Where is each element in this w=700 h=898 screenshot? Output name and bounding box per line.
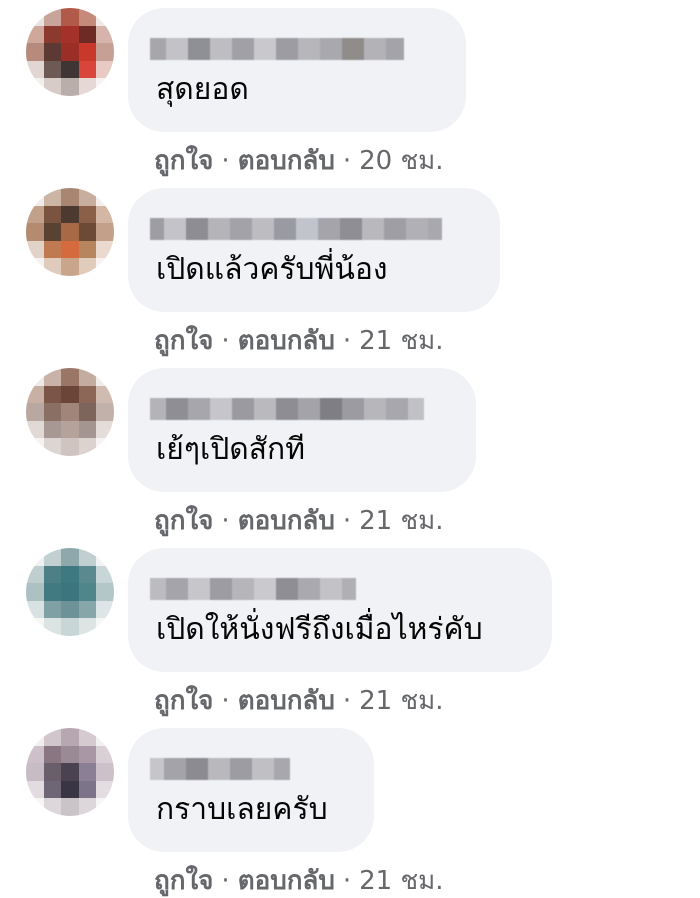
reply-link[interactable]: ตอบกลับ bbox=[238, 506, 335, 536]
comment-text: สุดยอด bbox=[156, 72, 249, 107]
separator-dot: · bbox=[342, 326, 352, 356]
avatar[interactable] bbox=[26, 368, 114, 456]
comment-bubble: เปิดแล้วครับพี่น้อง bbox=[128, 188, 500, 312]
separator-dot: · bbox=[342, 146, 352, 176]
timestamp[interactable]: 20 ชม. bbox=[359, 146, 443, 176]
comment-actions: ถูกใจ · ตอบกลับ · 21 ชม. bbox=[154, 324, 444, 358]
reply-link[interactable]: ตอบกลับ bbox=[238, 686, 335, 716]
timestamp[interactable]: 21 ชม. bbox=[359, 866, 443, 896]
reply-link[interactable]: ตอบกลับ bbox=[238, 326, 335, 356]
avatar[interactable] bbox=[26, 728, 114, 816]
avatar[interactable] bbox=[26, 188, 114, 276]
reply-link[interactable]: ตอบกลับ bbox=[238, 866, 335, 896]
separator-dot: · bbox=[221, 146, 230, 176]
separator-dot: · bbox=[342, 866, 352, 896]
comment-bubble: เย้ๆเปิดสักที bbox=[128, 368, 476, 492]
author-name-blurred[interactable] bbox=[150, 38, 404, 60]
reply-link[interactable]: ตอบกลับ bbox=[238, 146, 335, 176]
comment-text: เย้ๆเปิดสักที bbox=[156, 432, 305, 467]
comment-actions: ถูกใจ · ตอบกลับ · 21 ชม. bbox=[154, 684, 444, 718]
comment-bubble: กราบเลยครับ bbox=[128, 728, 374, 852]
comment-text: เปิดแล้วครับพี่น้อง bbox=[156, 252, 388, 287]
author-name-blurred[interactable] bbox=[150, 398, 424, 420]
avatar[interactable] bbox=[26, 8, 114, 96]
author-name-blurred[interactable] bbox=[150, 758, 290, 780]
comment-text: เปิดให้นั่งฟรีถึงเมื่อไหร่คับ bbox=[156, 612, 483, 647]
timestamp[interactable]: 21 ชม. bbox=[359, 686, 443, 716]
separator-dot: · bbox=[221, 506, 230, 536]
separator-dot: · bbox=[342, 506, 352, 536]
comment-bubble: สุดยอด bbox=[128, 8, 466, 132]
avatar[interactable] bbox=[26, 548, 114, 636]
separator-dot: · bbox=[221, 866, 230, 896]
like-link[interactable]: ถูกใจ bbox=[154, 866, 213, 896]
like-link[interactable]: ถูกใจ bbox=[154, 506, 213, 536]
like-link[interactable]: ถูกใจ bbox=[154, 686, 213, 716]
timestamp[interactable]: 21 ชม. bbox=[359, 326, 443, 356]
comment-bubble: เปิดให้นั่งฟรีถึงเมื่อไหร่คับ bbox=[128, 548, 552, 672]
separator-dot: · bbox=[342, 686, 352, 716]
like-link[interactable]: ถูกใจ bbox=[154, 326, 213, 356]
comment-actions: ถูกใจ · ตอบกลับ · 21 ชม. bbox=[154, 864, 444, 898]
separator-dot: · bbox=[221, 326, 230, 356]
author-name-blurred[interactable] bbox=[150, 218, 442, 240]
comment-actions: ถูกใจ · ตอบกลับ · 21 ชม. bbox=[154, 504, 444, 538]
comment-actions: ถูกใจ · ตอบกลับ · 20 ชม. bbox=[154, 144, 444, 178]
timestamp[interactable]: 21 ชม. bbox=[359, 506, 443, 536]
author-name-blurred[interactable] bbox=[150, 578, 356, 600]
like-link[interactable]: ถูกใจ bbox=[154, 146, 213, 176]
comment-text: กราบเลยครับ bbox=[156, 792, 328, 827]
separator-dot: · bbox=[221, 686, 230, 716]
